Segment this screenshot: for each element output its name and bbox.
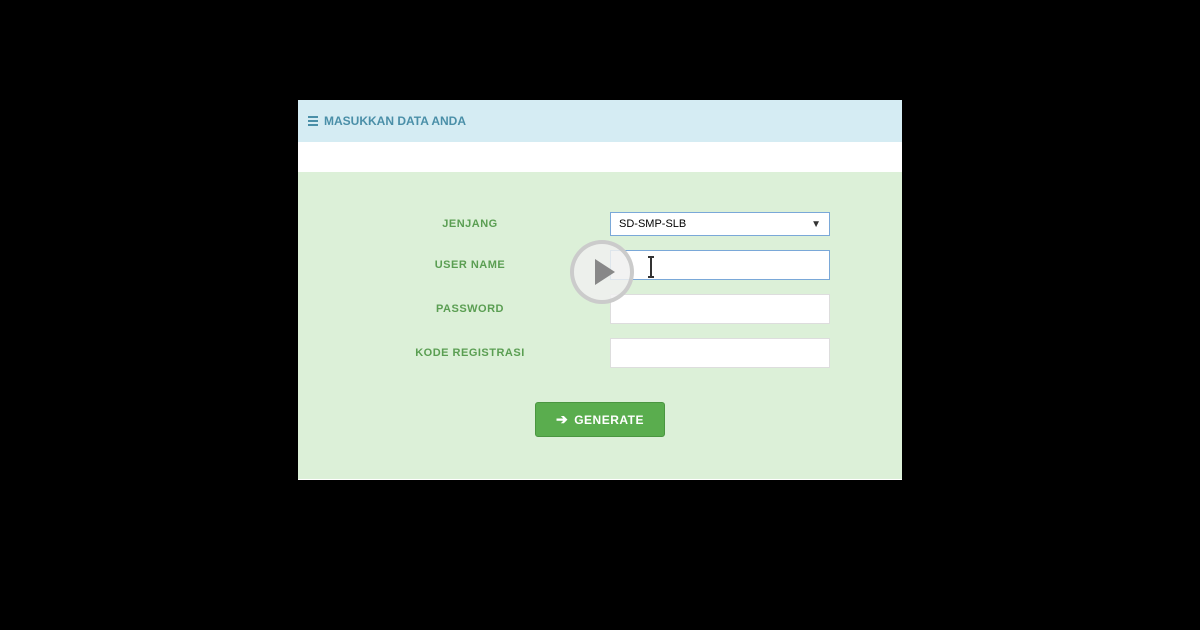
arrow-right-icon: ➔	[556, 411, 568, 428]
password-input[interactable]	[610, 294, 830, 324]
kode-registrasi-input[interactable]	[610, 338, 830, 368]
form-row-jenjang: JENJANG SD-SMP-SLB ▼	[298, 212, 902, 236]
username-input[interactable]	[610, 250, 830, 280]
menu-icon	[308, 116, 318, 126]
kode-registrasi-label: KODE REGISTRASI	[370, 347, 570, 359]
jenjang-select[interactable]: SD-SMP-SLB ▼	[610, 212, 830, 236]
password-label: PASSWORD	[370, 303, 570, 315]
panel-title: MASUKKAN DATA ANDA	[324, 114, 466, 128]
generate-button[interactable]: ➔ GENERATE	[535, 402, 665, 437]
form-row-kode-registrasi: KODE REGISTRASI	[298, 338, 902, 368]
username-label: USER NAME	[370, 259, 570, 271]
panel-header: MASUKKAN DATA ANDA	[298, 100, 902, 142]
play-button[interactable]	[570, 240, 634, 304]
chevron-down-icon: ▼	[811, 219, 821, 230]
jenjang-selected-text: SD-SMP-SLB	[619, 218, 686, 230]
jenjang-label: JENJANG	[370, 218, 570, 230]
divider-strip	[298, 142, 902, 172]
generate-button-label: GENERATE	[574, 413, 644, 427]
panel-body: JENJANG SD-SMP-SLB ▼ USER NAME PASSWORD	[298, 172, 902, 479]
